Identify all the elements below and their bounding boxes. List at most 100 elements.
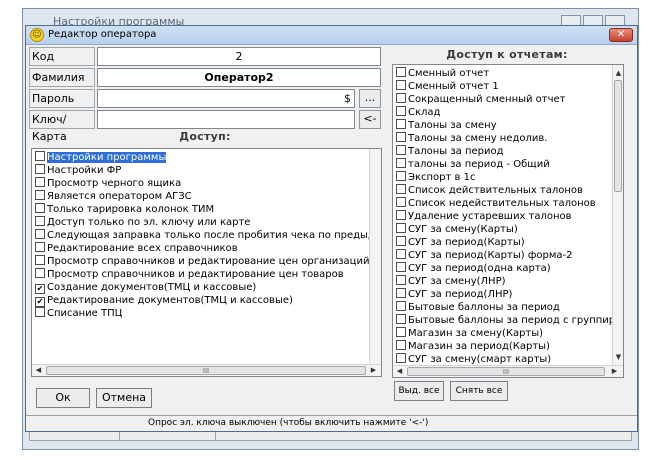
scroll-right-arrow-icon[interactable]: ▶ bbox=[369, 366, 378, 375]
checkbox-icon[interactable] bbox=[396, 327, 406, 337]
checkbox-icon[interactable] bbox=[35, 268, 45, 278]
list-item[interactable]: Бытовые баллоны за период с группиро bbox=[396, 314, 621, 327]
checkbox-icon[interactable] bbox=[396, 93, 406, 103]
checkbox-icon[interactable] bbox=[396, 249, 406, 259]
checkbox-icon[interactable] bbox=[396, 184, 406, 194]
scroll-left-arrow-icon[interactable]: ◀ bbox=[34, 366, 43, 375]
checkbox-icon[interactable] bbox=[396, 262, 406, 272]
list-item[interactable]: Доступ только по эл. ключу или карте bbox=[35, 216, 250, 229]
list-item[interactable]: СУГ за период(ЛНР) bbox=[396, 288, 512, 301]
checkbox-checked-icon[interactable]: ✔ bbox=[35, 284, 45, 294]
checkbox-icon[interactable] bbox=[35, 307, 45, 317]
list-item-label: СУГ за период(Карты) форма-2 bbox=[408, 250, 573, 261]
list-item[interactable]: ✔ Создание документов(ТМЦ и кассовые) bbox=[35, 281, 256, 294]
list-item[interactable]: Следующая заправка только после пробития… bbox=[35, 229, 381, 242]
checkbox-icon[interactable] bbox=[396, 288, 406, 298]
list-item[interactable]: Магазин за период(Карты) bbox=[396, 340, 550, 353]
reports-hscroll[interactable]: ◀ III ▶ bbox=[393, 365, 623, 377]
scroll-right-arrow-icon[interactable]: ▶ bbox=[610, 367, 619, 376]
checkbox-icon[interactable] bbox=[396, 106, 406, 116]
checkbox-icon[interactable] bbox=[35, 151, 45, 161]
checkbox-icon[interactable] bbox=[396, 132, 406, 142]
checkbox-icon[interactable] bbox=[35, 177, 45, 187]
checkbox-icon[interactable] bbox=[35, 229, 45, 239]
checkbox-icon[interactable] bbox=[396, 119, 406, 129]
checkbox-icon[interactable] bbox=[35, 242, 45, 252]
list-item-label: Просмотр справочников и редактирование ц… bbox=[47, 256, 370, 267]
list-item[interactable]: СУГ за период(одна карта) bbox=[396, 262, 551, 275]
checkbox-icon[interactable] bbox=[35, 255, 45, 265]
password-field[interactable]: $ bbox=[97, 89, 355, 108]
reports-list[interactable]: Сменный отчет Сменный отчет 1 Сокращенный … bbox=[392, 64, 624, 378]
list-item[interactable]: СУГ за период(Карты) форма-2 bbox=[396, 249, 572, 262]
list-item[interactable]: Сменный отчет bbox=[396, 67, 489, 80]
checkbox-icon[interactable] bbox=[396, 158, 406, 168]
deselect-all-button[interactable]: Снять все bbox=[450, 381, 508, 401]
checkbox-icon[interactable] bbox=[35, 203, 45, 213]
key-card-field[interactable] bbox=[97, 110, 355, 129]
checkbox-icon[interactable] bbox=[396, 236, 406, 246]
list-item[interactable]: Талоны за период bbox=[396, 145, 504, 158]
cancel-button[interactable]: Отмена bbox=[96, 388, 152, 408]
dialog-titlebar[interactable]: ☺ Редактор оператора ✕ bbox=[26, 26, 637, 45]
access-vscroll[interactable] bbox=[369, 149, 381, 364]
list-item[interactable]: СУГ за смену(ЛНР) bbox=[396, 275, 506, 288]
list-item[interactable]: Магазин за смену(Карты) bbox=[396, 327, 543, 340]
list-item[interactable]: Список действительных талонов bbox=[396, 184, 583, 197]
list-item[interactable]: Бытовые баллоны за период bbox=[396, 301, 560, 314]
checkbox-icon[interactable] bbox=[396, 301, 406, 311]
access-list[interactable]: Настройки программы Настройки ФР Просмотр … bbox=[31, 148, 382, 377]
list-item[interactable]: Склад bbox=[396, 106, 440, 119]
checkbox-icon[interactable] bbox=[396, 340, 406, 350]
list-item[interactable]: Настройки программы bbox=[35, 151, 167, 164]
list-item[interactable]: талоны за период - Общий bbox=[396, 158, 550, 171]
close-button[interactable]: ✕ bbox=[609, 28, 633, 42]
key-poll-button[interactable]: <- bbox=[359, 110, 381, 129]
list-item[interactable]: Просмотр справочников и редактирование ц… bbox=[35, 268, 344, 281]
checkbox-icon[interactable] bbox=[396, 314, 406, 324]
access-hscroll-thumb[interactable]: III bbox=[46, 366, 366, 375]
reports-vscroll-thumb[interactable] bbox=[614, 80, 622, 192]
checkbox-icon[interactable] bbox=[35, 164, 45, 174]
scroll-down-arrow-icon[interactable]: ▼ bbox=[614, 353, 623, 362]
reports-vscroll[interactable]: ▲ ▼ bbox=[612, 65, 623, 365]
list-item[interactable]: Удаление устаревших талонов bbox=[396, 210, 572, 223]
checkbox-icon[interactable] bbox=[396, 210, 406, 220]
list-item[interactable]: Просмотр черного ящика bbox=[35, 177, 181, 190]
list-item[interactable]: Сменный отчет 1 bbox=[396, 80, 499, 93]
checkbox-icon[interactable] bbox=[35, 190, 45, 200]
ok-button[interactable]: Ок bbox=[36, 388, 90, 408]
list-item[interactable]: Настройки ФР bbox=[35, 164, 121, 177]
list-item[interactable]: Талоны за смену bbox=[396, 119, 497, 132]
list-item[interactable]: Талоны за смену недолив. bbox=[396, 132, 548, 145]
checkbox-icon[interactable] bbox=[396, 67, 406, 77]
reports-hscroll-thumb[interactable]: III bbox=[407, 367, 605, 376]
scroll-left-arrow-icon[interactable]: ◀ bbox=[395, 367, 404, 376]
list-item[interactable]: Редактирование всех справочников bbox=[35, 242, 238, 255]
list-item[interactable]: Экспорт в 1с bbox=[396, 171, 475, 184]
list-item[interactable]: ✔ Редактирование документов(ТМЦ и кассовы… bbox=[35, 294, 293, 307]
password-browse-button[interactable]: ... bbox=[359, 89, 381, 108]
checkbox-checked-icon[interactable]: ✔ bbox=[35, 297, 45, 307]
list-item[interactable]: Только тарировка колонок ТИМ bbox=[35, 203, 214, 216]
checkbox-icon[interactable] bbox=[396, 223, 406, 233]
checkbox-icon[interactable] bbox=[35, 216, 45, 226]
checkbox-icon[interactable] bbox=[396, 145, 406, 155]
list-item[interactable]: СУГ за период(Карты) bbox=[396, 236, 525, 249]
list-item[interactable]: Сокращенный сменный отчет bbox=[396, 93, 566, 106]
checkbox-icon[interactable] bbox=[396, 171, 406, 181]
checkbox-icon[interactable] bbox=[396, 353, 406, 363]
list-item[interactable]: Является оператором АГЗС bbox=[35, 190, 192, 203]
scroll-up-arrow-icon[interactable]: ▲ bbox=[614, 69, 623, 78]
surname-field[interactable]: Оператор2 bbox=[97, 68, 381, 87]
list-item[interactable]: СУГ за смену(Карты) bbox=[396, 223, 518, 236]
checkbox-icon[interactable] bbox=[396, 80, 406, 90]
list-item[interactable]: Просмотр справочников и редактирование ц… bbox=[35, 255, 369, 268]
select-all-button[interactable]: Выд. все bbox=[394, 381, 444, 401]
checkbox-icon[interactable] bbox=[396, 197, 406, 207]
list-item[interactable]: Список недействительных талонов bbox=[396, 197, 596, 210]
access-hscroll[interactable]: ◀ III ▶ bbox=[32, 364, 381, 376]
code-field[interactable]: 2 bbox=[97, 47, 381, 66]
checkbox-icon[interactable] bbox=[396, 275, 406, 285]
list-item[interactable]: Списание ТПЦ bbox=[35, 307, 122, 320]
